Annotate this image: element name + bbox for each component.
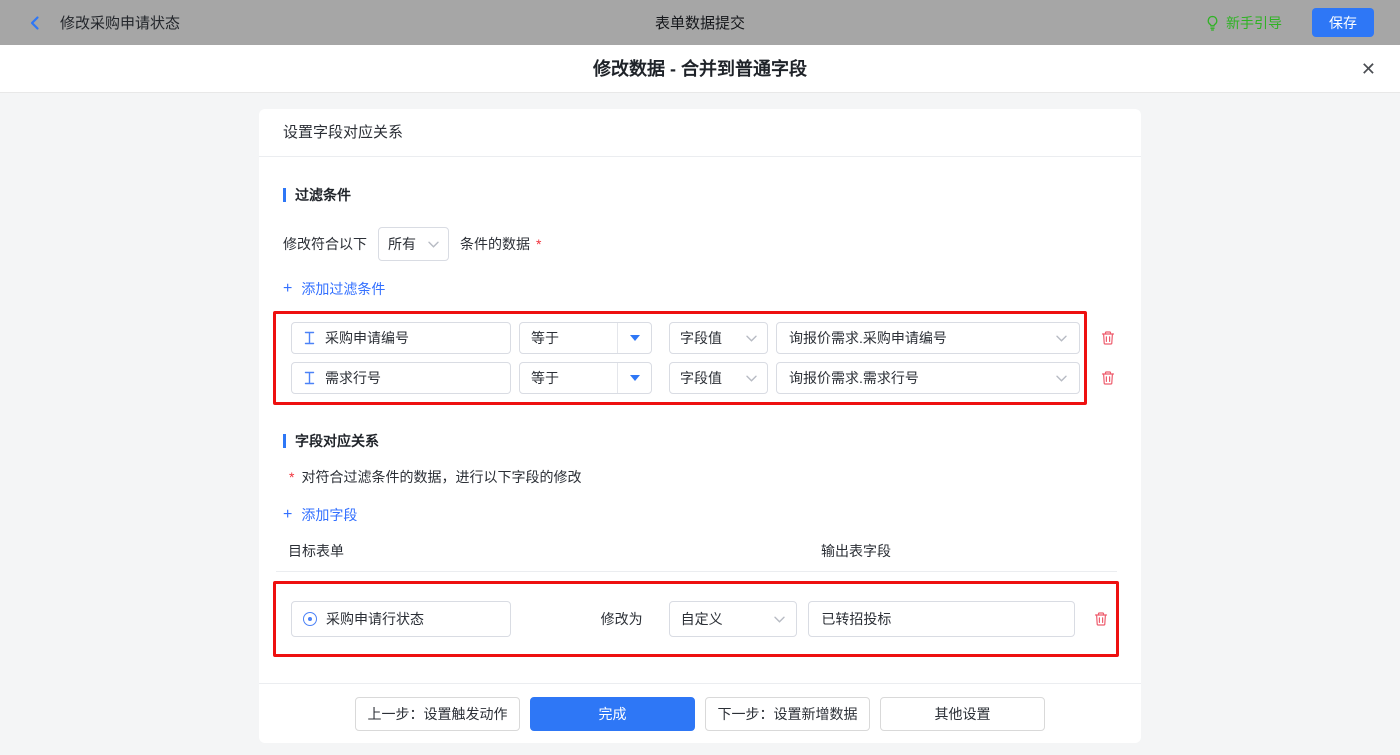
text-field-icon bbox=[303, 371, 316, 385]
mapping-field-box[interactable]: 采购申请行状态 bbox=[291, 601, 511, 637]
caret-down-icon bbox=[617, 323, 651, 353]
modify-to-label: 修改为 bbox=[600, 611, 643, 627]
annotation-highlight-filters: 采购申请编号 等于 字段值 询报价需求.采购申请编号 需求行号 等于 字段值 询… bbox=[273, 311, 1087, 405]
chevron-down-icon bbox=[428, 241, 439, 248]
trash-icon[interactable] bbox=[1100, 330, 1116, 346]
radio-field-icon bbox=[303, 612, 317, 626]
trash-icon[interactable] bbox=[1100, 370, 1116, 386]
match-mode-value: 所有 bbox=[388, 236, 416, 252]
text-field-icon bbox=[303, 331, 316, 345]
card-header-title: 设置字段对应关系 bbox=[259, 109, 1141, 157]
back-icon[interactable] bbox=[26, 14, 44, 32]
card-footer: 上一步：设置触发动作 完成 下一步：设置新增数据 其他设置 bbox=[259, 683, 1141, 743]
chevron-down-icon bbox=[746, 375, 757, 382]
chevron-down-icon bbox=[774, 616, 786, 623]
modal-dim-overlay bbox=[0, 0, 1400, 45]
add-field-button[interactable]: + 添加字段 bbox=[283, 505, 357, 525]
card-body: 过滤条件 修改符合以下 所有 条件的数据 * + 添加过滤条件 采购申请编号 等… bbox=[259, 157, 1141, 683]
plus-icon: + bbox=[283, 506, 293, 523]
trash-icon[interactable] bbox=[1093, 611, 1109, 627]
section-accent-bar bbox=[283, 434, 286, 448]
required-asterisk: * bbox=[289, 469, 295, 485]
match-prefix-text: 修改符合以下 bbox=[283, 236, 367, 252]
required-asterisk: * bbox=[536, 236, 542, 252]
chevron-down-icon bbox=[1056, 335, 1067, 342]
beginner-guide-link[interactable]: 新手引导 bbox=[1205, 13, 1282, 33]
field-mapping-card: 设置字段对应关系 过滤条件 修改符合以下 所有 条件的数据 * + 添加过滤条件… bbox=[259, 109, 1141, 743]
filter-operator-select[interactable]: 等于 bbox=[519, 362, 652, 394]
mapping-description: * 对符合过滤条件的数据，进行以下字段的修改 bbox=[289, 469, 582, 485]
filter-delete-column bbox=[1096, 311, 1120, 394]
column-target-form: 目标表单 bbox=[288, 543, 344, 559]
filter-field-box[interactable]: 采购申请编号 bbox=[291, 322, 511, 354]
filter-value-select[interactable]: 询报价需求.采购申请编号 bbox=[776, 322, 1080, 354]
filter-row: 采购申请编号 等于 字段值 询报价需求.采购申请编号 bbox=[291, 322, 1080, 354]
annotation-highlight-mapping: 采购申请行状态 修改为 自定义 bbox=[273, 581, 1119, 657]
beginner-guide-label: 新手引导 bbox=[1226, 14, 1282, 31]
caret-down-icon bbox=[617, 363, 651, 393]
add-filter-condition-button[interactable]: + 添加过滤条件 bbox=[283, 279, 385, 299]
app-topbar: 修改采购申请状态 表单数据提交 新手引导 保存 bbox=[0, 0, 1400, 45]
match-mode-select[interactable]: 所有 bbox=[378, 227, 449, 261]
section-accent-bar bbox=[283, 188, 286, 202]
close-icon[interactable]: ✕ bbox=[1361, 45, 1376, 93]
lightbulb-icon bbox=[1205, 15, 1220, 31]
filter-field-box[interactable]: 需求行号 bbox=[291, 362, 511, 394]
filter-value-type-select[interactable]: 字段值 bbox=[669, 362, 768, 394]
modify-data-dialog: 修改数据 - 合并到普通字段 ✕ 设置字段对应关系 过滤条件 修改符合以下 所有 bbox=[0, 45, 1400, 755]
mapping-value-input[interactable] bbox=[808, 601, 1076, 637]
filter-row: 需求行号 等于 字段值 询报价需求.需求行号 bbox=[291, 362, 1080, 394]
mapping-column-headers: 目标表单 输出表字段 bbox=[276, 541, 1117, 572]
chevron-down-icon bbox=[746, 335, 757, 342]
next-step-button[interactable]: 下一步：设置新增数据 bbox=[705, 696, 870, 731]
chevron-down-icon bbox=[1056, 375, 1067, 382]
filter-value-select[interactable]: 询报价需求.需求行号 bbox=[776, 362, 1080, 394]
workflow-node-title: 修改采购申请状态 bbox=[60, 15, 181, 32]
filter-operator-select[interactable]: 等于 bbox=[519, 322, 652, 354]
other-settings-button[interactable]: 其他设置 bbox=[880, 696, 1045, 731]
match-condition-row: 修改符合以下 所有 条件的数据 * bbox=[283, 227, 1117, 261]
column-output-field: 输出表字段 bbox=[821, 543, 891, 559]
dialog-header: 修改数据 - 合并到普通字段 ✕ bbox=[0, 45, 1400, 93]
topbar-left: 修改采购申请状态 bbox=[26, 12, 180, 33]
done-button[interactable]: 完成 bbox=[530, 696, 695, 731]
match-suffix-text: 条件的数据 bbox=[460, 236, 530, 252]
mapping-section-title: 字段对应关系 bbox=[283, 431, 1117, 451]
dialog-title: 修改数据 - 合并到普通字段 bbox=[593, 59, 807, 79]
filter-rows-block: 采购申请编号 等于 字段值 询报价需求.采购申请编号 需求行号 等于 字段值 询… bbox=[273, 311, 1117, 405]
mapping-mode-select[interactable]: 自定义 bbox=[668, 601, 798, 637]
prev-step-button[interactable]: 上一步：设置触发动作 bbox=[355, 696, 520, 731]
save-button[interactable]: 保存 bbox=[1312, 8, 1374, 37]
plus-icon: + bbox=[283, 280, 293, 297]
filter-value-type-select[interactable]: 字段值 bbox=[669, 322, 768, 354]
topbar-center-title: 表单数据提交 bbox=[654, 15, 745, 32]
filter-section-title: 过滤条件 bbox=[283, 185, 1117, 205]
dialog-body: 设置字段对应关系 过滤条件 修改符合以下 所有 条件的数据 * + 添加过滤条件… bbox=[0, 94, 1400, 755]
topbar-right: 新手引导 保存 bbox=[1205, 8, 1374, 37]
